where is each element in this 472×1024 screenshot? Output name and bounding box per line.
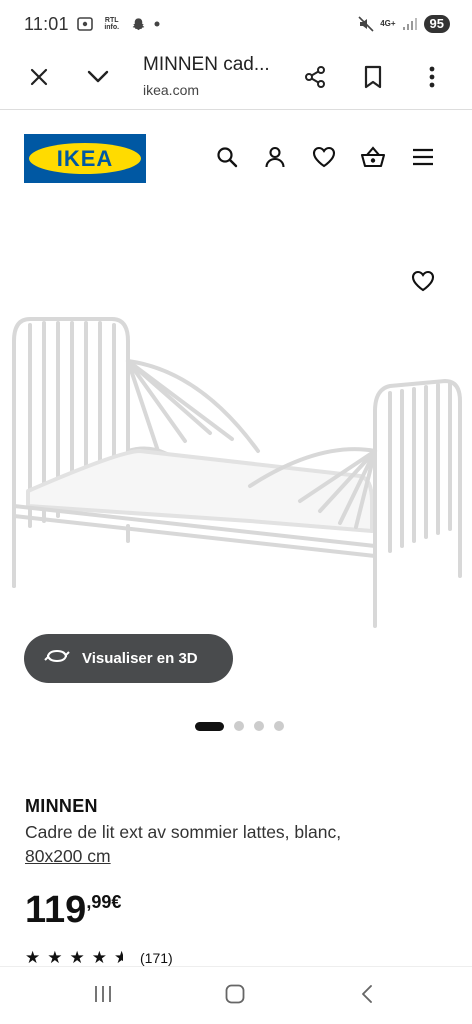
star-full-icon: ★ — [25, 950, 41, 966]
account-button[interactable] — [260, 144, 290, 174]
notification-dot-icon — [154, 21, 160, 27]
menu-button[interactable] — [408, 144, 438, 174]
product-image — [12, 317, 462, 628]
network-type-label: 4G+ — [380, 19, 396, 28]
ikea-logo[interactable]: IKEA — [24, 134, 146, 183]
close-tab-button[interactable] — [19, 59, 59, 99]
share-icon — [303, 65, 327, 94]
share-button[interactable] — [295, 59, 335, 99]
product-size-link[interactable]: 80x200 cm — [25, 844, 111, 868]
home-button[interactable] — [220, 983, 250, 1009]
star-full-icon: ★ — [47, 950, 63, 966]
carousel-dot[interactable] — [273, 721, 284, 731]
search-button[interactable] — [212, 144, 242, 174]
more-vert-icon — [429, 66, 435, 93]
expand-toolbar-button[interactable] — [78, 59, 118, 99]
price-decimal: ,99€ — [86, 892, 122, 912]
star-full-icon: ★ — [69, 950, 85, 966]
carousel-dot[interactable] — [233, 721, 244, 731]
review-count: (171) — [140, 950, 173, 966]
battery-level: 95 — [423, 15, 450, 33]
logo-text: IKEA — [56, 145, 114, 171]
mute-icon — [358, 16, 374, 32]
heart-icon — [312, 146, 336, 173]
product-gallery[interactable]: Visualiser en 3D — [0, 206, 472, 696]
back-icon — [360, 984, 374, 1009]
wishlist-button[interactable] — [309, 144, 339, 174]
page-url: ikea.com — [143, 82, 200, 98]
page-info[interactable]: MINNEN cad... ikea.com — [143, 54, 293, 98]
bookmark-button[interactable] — [353, 59, 393, 99]
basket-icon — [360, 145, 386, 173]
heart-icon — [411, 270, 435, 297]
chevron-down-icon — [87, 70, 109, 89]
product-name: MINNEN — [25, 796, 98, 816]
search-icon — [216, 146, 238, 173]
browser-toolbar: MINNEN cad... ikea.com — [0, 48, 472, 110]
carousel-indicator — [0, 721, 472, 731]
star-full-icon: ★ — [91, 950, 107, 966]
rtl-info-label: RTL info. — [104, 17, 120, 31]
recents-icon — [93, 985, 113, 1008]
rotate-3d-icon — [44, 647, 70, 670]
bookmark-icon — [363, 65, 383, 94]
product-description: Cadre de lit ext av sommier lattes, blan… — [25, 822, 342, 842]
page-title: MINNEN cad... — [143, 54, 270, 75]
product-info: MINNEN Cadre de lit ext av sommier latte… — [25, 796, 455, 868]
user-icon — [264, 146, 286, 173]
view-in-3d-label: Visualiser en 3D — [82, 650, 198, 667]
close-icon — [29, 67, 49, 92]
status-bar: 11:01 RTL info. 4G+ 95 — [0, 0, 472, 48]
snapchat-icon — [131, 17, 146, 32]
site-header: IKEA — [0, 110, 472, 206]
signal-icon — [402, 17, 418, 31]
home-icon — [225, 984, 245, 1009]
cart-button[interactable] — [358, 144, 388, 174]
price-integer: 119 — [25, 889, 87, 931]
screenshot-icon — [76, 17, 93, 31]
recents-button[interactable] — [88, 983, 118, 1009]
status-time: 11:01 — [24, 13, 69, 34]
view-in-3d-button[interactable]: Visualiser en 3D — [24, 634, 233, 683]
product-price: 119 ,99€ — [25, 888, 121, 932]
carousel-dot[interactable] — [253, 721, 264, 731]
system-nav-bar — [0, 966, 472, 1024]
back-button[interactable] — [352, 983, 382, 1009]
star-half-icon: ★ — [114, 950, 123, 966]
carousel-dot[interactable] — [194, 721, 224, 731]
add-to-wishlist-button[interactable] — [408, 268, 438, 298]
more-options-button[interactable] — [412, 59, 452, 99]
menu-icon — [412, 148, 434, 171]
product-rating[interactable]: ★ ★ ★ ★ ★ (171) — [25, 950, 173, 966]
